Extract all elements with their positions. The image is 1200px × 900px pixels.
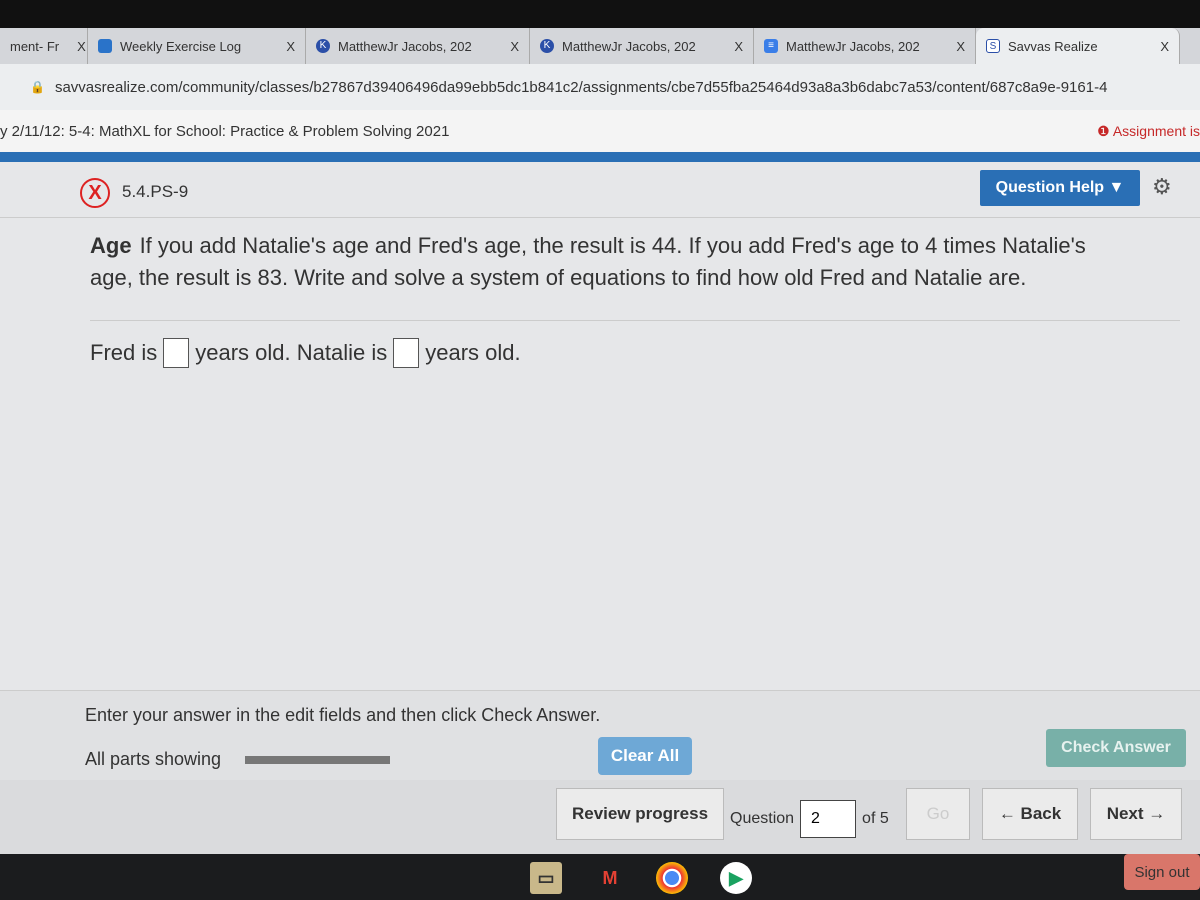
answer-text: years old. bbox=[425, 340, 521, 365]
close-tab-icon[interactable]: X bbox=[268, 39, 295, 54]
k-icon: K bbox=[316, 39, 330, 53]
back-button[interactable]: ← Back bbox=[982, 788, 1078, 840]
alert-icon: ❶ bbox=[1097, 122, 1113, 139]
close-tab-icon[interactable]: X bbox=[716, 39, 743, 54]
close-tab-icon[interactable]: X bbox=[1142, 39, 1169, 54]
navigation-bar: Review progress Question of 5 Go ← Back … bbox=[0, 780, 1200, 854]
question-text: Age If you add Natalie's age and Fred's a… bbox=[90, 230, 1120, 294]
files-icon[interactable]: ▭ bbox=[530, 862, 562, 894]
parts-progress-bar bbox=[245, 756, 390, 764]
tab-label: MatthewJr Jacobs, 202 bbox=[562, 38, 696, 54]
tab-label: MatthewJr Jacobs, 202 bbox=[338, 38, 472, 54]
gmail-icon[interactable]: M bbox=[594, 862, 626, 894]
clear-all-button[interactable]: Clear All bbox=[598, 737, 692, 775]
question-body: If you add Natalie's age and Fred's age,… bbox=[90, 233, 1086, 290]
review-progress-button[interactable]: Review progress bbox=[556, 788, 724, 840]
address-bar[interactable]: 🔒 savvasrealize.com/community/classes/b27… bbox=[0, 64, 1200, 110]
instruction-area: Enter your answer in the edit fields and… bbox=[0, 690, 1200, 780]
question-number-input[interactable] bbox=[800, 800, 857, 838]
accent-divider bbox=[0, 152, 1200, 162]
question-id: 5.4.PS-9 bbox=[122, 182, 189, 201]
assignment-title: y 2/11/12: 5-4: MathXL for School: Pract… bbox=[0, 122, 450, 140]
tab-3[interactable]: K MatthewJr Jacobs, 202 X bbox=[530, 28, 754, 64]
question-label: Question bbox=[730, 810, 795, 827]
gear-icon[interactable]: ⚙ bbox=[1152, 174, 1172, 200]
tab-label: Weekly Exercise Log bbox=[120, 38, 242, 54]
go-button[interactable]: Go bbox=[906, 788, 970, 840]
close-tab-icon[interactable]: X bbox=[492, 39, 519, 54]
next-button[interactable]: Next → bbox=[1090, 788, 1182, 840]
assignment-bar: y 2/11/12: 5-4: MathXL for School: Pract… bbox=[0, 110, 1200, 152]
question-help-button[interactable]: Question Help ▼ bbox=[980, 170, 1140, 206]
instruction-text: Enter your answer in the edit fields and… bbox=[85, 705, 601, 725]
screen-bezel bbox=[0, 0, 1200, 28]
question-selector: Question of 5 bbox=[730, 800, 889, 838]
classroom-icon bbox=[98, 39, 112, 53]
question-lead: Age bbox=[90, 233, 132, 258]
tab-4[interactable]: ≡ MatthewJr Jacobs, 202 X bbox=[754, 28, 976, 64]
play-store-icon[interactable]: ▶ bbox=[720, 862, 752, 894]
warning-text: Assignment is bbox=[1112, 122, 1200, 139]
answer-text: Fred is bbox=[90, 340, 158, 365]
close-tab-icon[interactable]: X bbox=[59, 39, 86, 54]
incorrect-icon: X bbox=[80, 178, 110, 208]
sign-out-button[interactable]: Sign out bbox=[1124, 854, 1200, 890]
tab-0[interactable]: ment- Fr X bbox=[0, 28, 88, 64]
divider bbox=[90, 320, 1180, 321]
docs-icon: ≡ bbox=[764, 39, 778, 53]
tab-strip: ment- Fr X Weekly Exercise Log X K MatthewJ… bbox=[0, 28, 1200, 64]
tab-label: ment- Fr bbox=[10, 38, 60, 54]
lock-icon: 🔒 bbox=[30, 80, 45, 94]
tab-label: MatthewJr Jacobs, 202 bbox=[786, 38, 920, 54]
question-total: of 5 bbox=[862, 810, 889, 827]
assignment-warning: ❶ Assignment is bbox=[1097, 123, 1200, 140]
tab-5-active[interactable]: S Savvas Realize X bbox=[976, 28, 1180, 64]
os-shelf: ▭ M ▶ Sign out bbox=[0, 854, 1200, 900]
tab-1[interactable]: Weekly Exercise Log X bbox=[88, 28, 306, 64]
all-parts-label: All parts showing bbox=[85, 749, 222, 769]
fred-age-input[interactable] bbox=[163, 338, 190, 368]
savvas-icon: S bbox=[986, 39, 1000, 53]
chrome-icon[interactable] bbox=[656, 862, 688, 894]
natalie-age-input[interactable] bbox=[393, 338, 420, 368]
question-panel: X 5.4.PS-9 Question Help ▼ ⚙ Age If you a… bbox=[0, 162, 1200, 854]
tab-2[interactable]: K MatthewJr Jacobs, 202 X bbox=[306, 28, 530, 64]
question-header: X 5.4.PS-9 Question Help ▼ ⚙ bbox=[0, 162, 1200, 218]
close-tab-icon[interactable]: X bbox=[938, 39, 965, 54]
tab-label: Savvas Realize bbox=[1008, 38, 1098, 54]
answer-row: Fred is years old. Natalie is years old. bbox=[90, 338, 521, 368]
url-text[interactable]: savvasrealize.com/community/classes/b278… bbox=[55, 79, 1107, 96]
answer-text: years old. Natalie is bbox=[195, 340, 388, 365]
k-icon: K bbox=[540, 39, 554, 53]
check-answer-button[interactable]: Check Answer bbox=[1046, 729, 1186, 767]
